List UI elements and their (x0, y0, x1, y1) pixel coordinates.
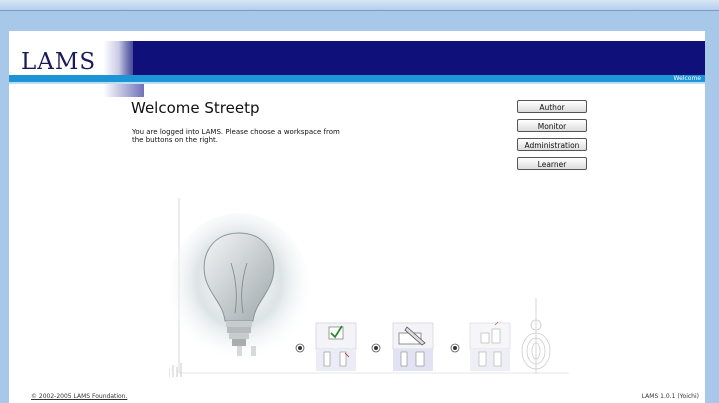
browser-top-edge (0, 0, 719, 11)
administration-button[interactable]: Administration (517, 138, 587, 151)
pencil-tool-icon (392, 322, 434, 371)
tab-welcome[interactable]: Welcome (674, 75, 701, 82)
page-title: Welcome Streetp (131, 99, 260, 117)
lams-illustration (169, 198, 569, 377)
stamp-tool-icon (469, 321, 511, 371)
intro-text: You are logged into LAMS. Please choose … (132, 128, 340, 144)
header-navbar (133, 41, 705, 75)
checkmark-tool-icon (315, 322, 357, 371)
lams-logo: LAMS (21, 49, 97, 75)
monitor-button[interactable]: Monitor (517, 119, 587, 132)
header-stripe-light (9, 82, 705, 84)
lightbulb-icon (169, 213, 309, 363)
decorative-rings (521, 298, 551, 373)
lams-header: LAMS Welcome (9, 41, 705, 97)
author-button[interactable]: Author (517, 100, 587, 113)
copyright-link[interactable]: © 2002-2005 LAMS Foundation. (31, 393, 127, 400)
learner-button[interactable]: Learner (517, 157, 587, 170)
lams-window: LAMS Welcome Welcome Streetp You are log… (9, 31, 705, 403)
version-label: LAMS 1.0.1 (Yoichi) (641, 393, 699, 400)
header-fade (119, 41, 143, 75)
header-stripe (9, 75, 705, 82)
